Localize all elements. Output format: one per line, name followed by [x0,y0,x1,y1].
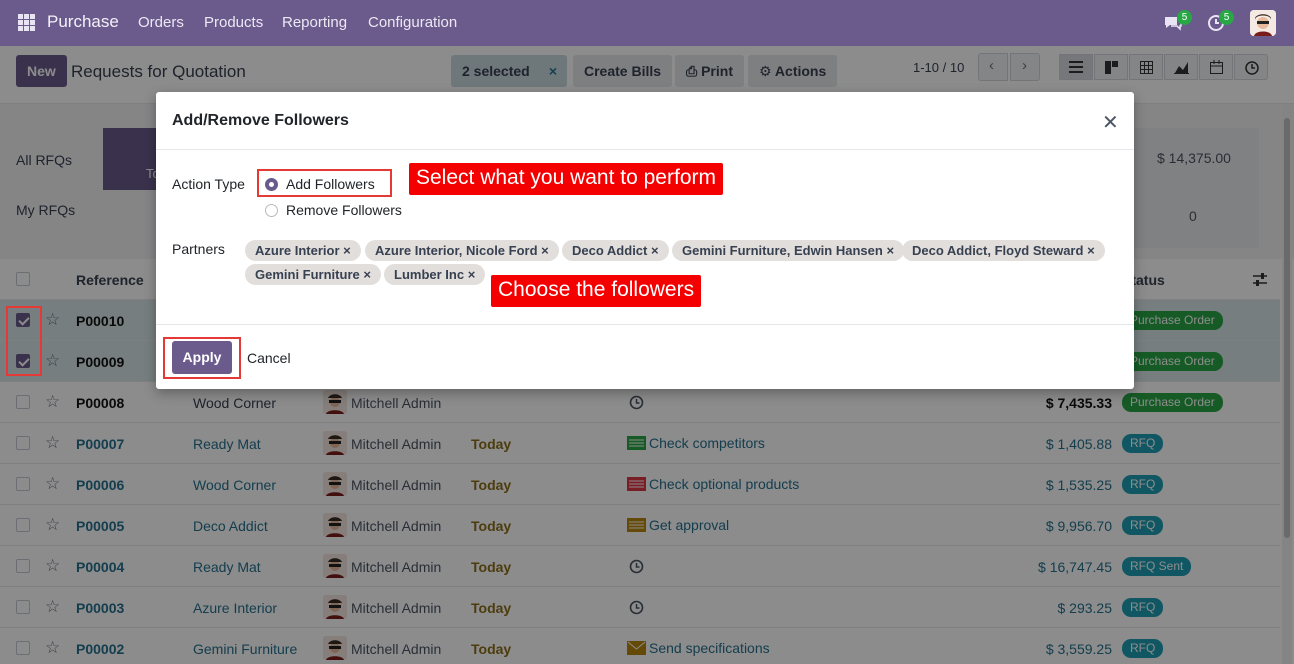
partner-tag[interactable]: Azure Interior × [245,240,361,261]
partner-name: Deco Addict [572,243,648,258]
dialog-title: Add/Remove Followers [172,112,349,129]
partner-name: Lumber Inc [394,267,465,282]
dialog-header: Add/Remove Followers ✕ [156,92,1134,150]
remove-tag-icon[interactable]: × [343,243,351,258]
close-icon[interactable]: ✕ [1102,110,1119,135]
partner-tag[interactable]: Gemini Furniture × [245,264,381,285]
annotation-apply-box [163,337,241,379]
remove-followers-label[interactable]: Remove Followers [286,202,402,218]
partner-name: Deco Addict, Floyd Steward [912,243,1084,258]
partner-name: Gemini Furniture [255,267,360,282]
remove-tag-icon[interactable]: × [468,267,476,282]
cancel-button[interactable]: Cancel [247,350,291,366]
partner-name: Gemini Furniture, Edwin Hansen [682,243,883,258]
remove-tag-icon[interactable]: × [363,267,371,282]
annotation-callout-followers: Choose the followers [491,275,702,307]
action-type-label: Action Type [172,176,245,192]
annotation-add-box [257,169,392,197]
backdrop-top-spacer [0,0,1294,46]
annotation-checkbox-box [6,306,42,376]
followers-dialog: Add/Remove Followers ✕ Action Type Add F… [156,92,1134,389]
partner-name: Azure Interior, Nicole Ford [375,243,538,258]
dialog-footer: Apply Cancel [156,324,1134,389]
remove-tag-icon[interactable]: × [541,243,549,258]
partner-tag[interactable]: Azure Interior, Nicole Ford × [365,240,559,261]
partner-tag[interactable]: Lumber Inc × [384,264,486,285]
radio-remove-followers[interactable] [265,204,278,217]
annotation-callout-action: Select what you want to perform [409,163,723,195]
remove-tag-icon[interactable]: × [651,243,659,258]
partner-name: Azure Interior [255,243,340,258]
remove-tag-icon[interactable]: × [1087,243,1095,258]
partners-label: Partners [172,241,225,257]
partner-tag[interactable]: Deco Addict, Floyd Steward × [902,240,1105,261]
partner-tag[interactable]: Gemini Furniture, Edwin Hansen × [672,240,905,261]
remove-tag-icon[interactable]: × [886,243,894,258]
partner-tag[interactable]: Deco Addict × [562,240,669,261]
